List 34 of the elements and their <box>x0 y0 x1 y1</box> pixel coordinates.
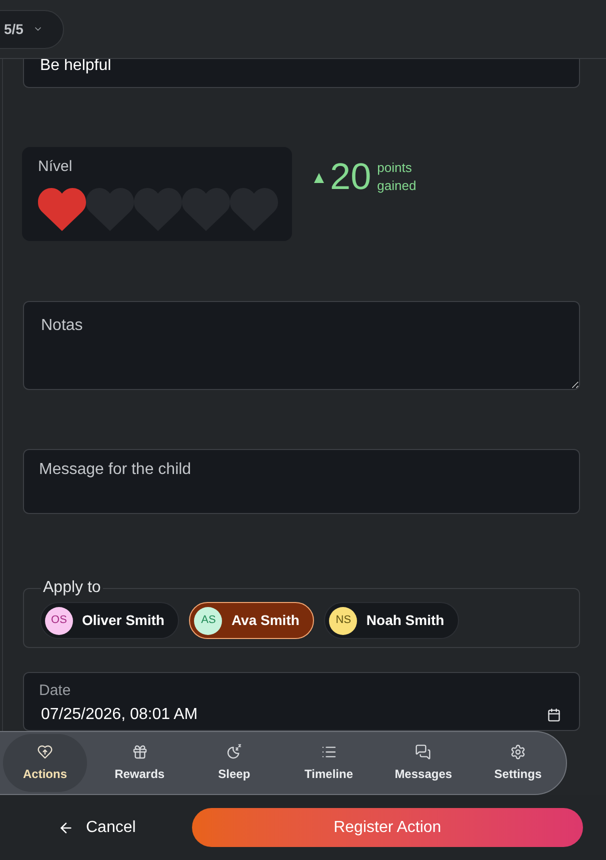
step-selector[interactable]: 5/5 <box>0 10 64 48</box>
moon-icon <box>226 744 242 760</box>
avatar-icon: NS <box>329 606 358 634</box>
triangle-up-icon <box>314 173 324 183</box>
date-input[interactable]: 07/25/2026, 08:01 AM <box>39 705 547 725</box>
nav-tab[interactable]: Messages <box>381 734 466 792</box>
date-label: Date <box>39 681 71 701</box>
arrow-left-icon <box>58 820 74 836</box>
nav-tab[interactable]: Sleep <box>192 734 276 792</box>
nav-tab[interactable]: Rewards <box>98 734 182 792</box>
message-field[interactable]: Message for the child <box>23 449 580 514</box>
list-icon <box>320 744 337 760</box>
child-chip[interactable]: OS Oliver Smith <box>40 602 180 639</box>
messages-icon <box>415 744 432 760</box>
nav-tab[interactable]: Timeline <box>286 734 371 792</box>
points-value: 20 <box>330 157 372 197</box>
avatar-icon: AS <box>194 606 222 634</box>
child-chip[interactable]: NS Noah Smith <box>324 602 460 639</box>
heart-arrow-icon <box>37 744 53 760</box>
date-field[interactable]: Date 07/25/2026, 08:01 AM <box>23 672 580 731</box>
notes-field[interactable]: Notas <box>23 301 580 390</box>
register-action-button[interactable]: Register Action <box>192 808 583 847</box>
heart-icon[interactable] <box>38 188 86 232</box>
avatar-icon: OS <box>45 606 73 634</box>
child-chip[interactable]: AS Ava Smith <box>189 602 314 639</box>
nav-tab[interactable]: Settings <box>476 734 560 792</box>
cancel-button[interactable]: Cancel <box>58 808 136 848</box>
points-caption: points gained <box>377 159 418 195</box>
level-label: Nível <box>38 157 72 177</box>
calendar-icon[interactable] <box>547 708 561 722</box>
nav-tab[interactable]: Actions <box>3 734 87 792</box>
settings-icon <box>510 744 526 760</box>
apply-to-legend: Apply to <box>41 576 103 600</box>
gift-icon <box>132 744 148 760</box>
